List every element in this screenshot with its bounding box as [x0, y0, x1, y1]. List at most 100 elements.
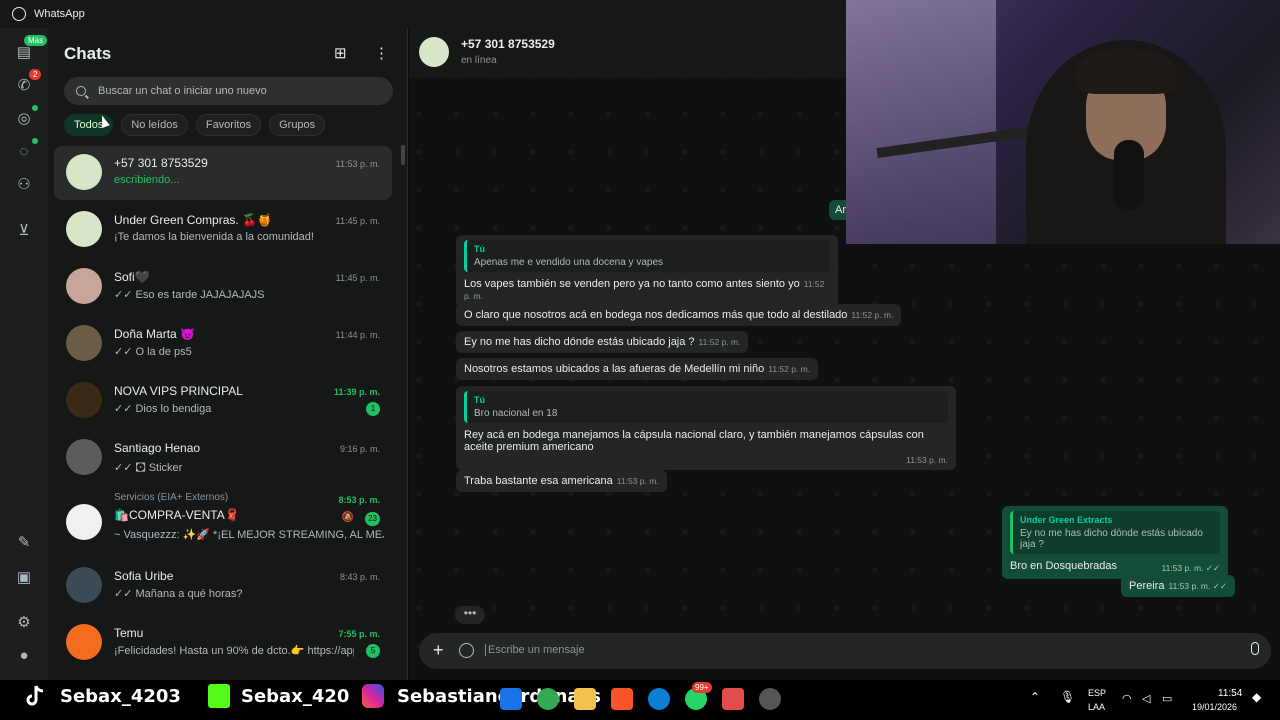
- channels-icon[interactable]: ◌: [14, 142, 34, 162]
- chats-badge: Más: [24, 35, 48, 46]
- message-text: Pereira: [1129, 580, 1165, 592]
- chat-row[interactable]: Temu 7:55 p. m. ¡Felicidades! Hasta un 9…: [54, 616, 392, 670]
- avatar: [66, 211, 102, 247]
- message-text: Traba bastante esa americana: [464, 475, 613, 487]
- chat-time: 7:55 p. m.: [338, 629, 380, 639]
- unread-badge: 5: [366, 644, 380, 658]
- wifi-icon[interactable]: ◠: [1122, 692, 1132, 705]
- edge-icon[interactable]: [648, 688, 670, 710]
- microphone-icon[interactable]: [1251, 642, 1259, 655]
- profile-avatar[interactable]: ●: [14, 646, 34, 666]
- message-time: 11:52 p. m.: [768, 364, 811, 374]
- incoming-message[interactable]: O claro que nosotros acá en bodega nos d…: [456, 304, 902, 326]
- chat-row[interactable]: Doña Marta 👿 11:44 p. m. ✓✓ O la de ps5: [54, 317, 392, 371]
- media-icon[interactable]: ▣: [14, 568, 34, 588]
- status-icon[interactable]: ◎: [14, 109, 34, 129]
- chat-name: Sofi🖤: [114, 270, 150, 284]
- chat-name: Sofia Uribe: [114, 569, 174, 583]
- file-explorer-icon[interactable]: [574, 688, 596, 710]
- message-text: Rey acá en bodega manejamos la cápsula n…: [464, 429, 924, 453]
- attach-icon[interactable]: +: [433, 640, 444, 661]
- notification-icon[interactable]: ◆: [1252, 690, 1261, 704]
- quoted-message[interactable]: Tú Apenas me e vendido una docena y vape…: [464, 240, 830, 272]
- obs-icon[interactable]: [759, 688, 781, 710]
- new-chat-icon[interactable]: ⊞: [334, 44, 347, 62]
- avatar: [66, 154, 102, 190]
- chat-name: NOVA VIPS PRINCIPAL: [114, 384, 243, 398]
- chat-preview: escribiendo...: [114, 174, 180, 186]
- incoming-message[interactable]: Nosotros estamos ubicados a las afueras …: [456, 358, 819, 380]
- incoming-message[interactable]: Tú Bro nacional en 18 Rey acá en bodega …: [456, 386, 956, 470]
- quote-author: Under Green Extracts: [1020, 515, 1113, 525]
- incoming-message[interactable]: Tú Apenas me e vendido una docena y vape…: [456, 235, 838, 307]
- quote-text: Bro nacional en 18: [474, 408, 558, 419]
- chat-time: 11:44 p. m.: [335, 330, 380, 340]
- chat-row[interactable]: Sofia Uribe 8:43 p. m. ✓✓ Mañana a qué h…: [54, 559, 392, 613]
- chats-icon[interactable]: ▤: [14, 43, 34, 63]
- taskbar: Sebax_4203 Sebax_420 Sebastiancardonass …: [0, 680, 1280, 720]
- quote-author: Tú: [474, 244, 485, 254]
- message-time: 11:53 p. m. ✓✓: [1161, 563, 1221, 573]
- chat-preview: ¡Te damos la bienvenida a la comunidad!: [114, 231, 314, 243]
- battery-icon[interactable]: ▭: [1162, 692, 1172, 705]
- muted-icon: 🔕: [341, 512, 354, 523]
- communities-icon[interactable]: ⚇: [14, 175, 34, 195]
- emoji-sticker-icon[interactable]: [459, 643, 474, 658]
- background-light: [846, 0, 996, 244]
- search-input[interactable]: Buscar un chat o iniciar uno nuevo: [64, 77, 393, 105]
- filter-favorites[interactable]: Favoritos: [195, 114, 262, 136]
- start-icon[interactable]: [500, 688, 522, 710]
- chat-preview: ✓✓ 🖸 Sticker: [114, 462, 183, 474]
- archived-icon[interactable]: ⊻: [14, 221, 34, 241]
- chats-title: Chats: [64, 44, 112, 63]
- contact-avatar[interactable]: [419, 37, 449, 67]
- chat-time: 11:45 p. m.: [335, 216, 380, 226]
- contact-status: en línea: [461, 55, 497, 66]
- chat-preview: ~ Vasquezzz: ✨🚀 *¡EL MEJOR STREAMING, AL…: [114, 529, 384, 541]
- message-time: 11:52 p. m.: [698, 337, 741, 347]
- chat-preview: ✓✓ O la de ps5: [114, 346, 192, 358]
- language-indicator[interactable]: ESP: [1088, 688, 1106, 698]
- chat-time: 9:16 p. m.: [339, 444, 380, 454]
- chat-list-scrollbar[interactable]: [401, 145, 405, 165]
- keyboard-layout[interactable]: LAA: [1088, 702, 1105, 712]
- message-text: O claro que nosotros acá en bodega nos d…: [464, 309, 848, 321]
- chat-row[interactable]: Santiago Henao 9:16 p. m. ✓✓ 🖸 Sticker: [54, 431, 392, 485]
- community-name: Servicios (EIA+ Externos): [114, 492, 229, 503]
- chevron-up-icon[interactable]: ⌃: [1030, 690, 1040, 704]
- app-title: WhatsApp: [34, 8, 85, 20]
- search-placeholder: Buscar un chat o iniciar uno nuevo: [98, 85, 267, 97]
- menu-icon[interactable]: ⋮: [374, 44, 389, 62]
- filter-groups[interactable]: Grupos: [269, 114, 326, 136]
- clock-time[interactable]: 11:54: [1218, 688, 1242, 699]
- outgoing-message[interactable]: Under Green Extracts Ey no me has dicho …: [1002, 506, 1228, 579]
- avatar: [66, 439, 102, 475]
- clock-date[interactable]: 19/01/2026: [1192, 702, 1237, 712]
- chrome-icon[interactable]: [537, 688, 559, 710]
- settings-icon[interactable]: ⚙: [14, 613, 34, 633]
- chat-row[interactable]: NOVA VIPS PRINCIPAL 11:39 p. m. ✓✓ Dios …: [54, 374, 392, 428]
- outgoing-message[interactable]: Pereira 11:53 p. m. ✓✓: [1121, 575, 1235, 597]
- nav-rail: ▤ Más ✆ 2 ◎ ◌ ⚇ ⊻ ✎ ▣ ⚙ ●: [0, 28, 48, 680]
- kick-icon: [208, 684, 230, 708]
- quoted-message[interactable]: Tú Bro nacional en 18: [464, 391, 948, 423]
- volume-icon[interactable]: ◁: [1142, 692, 1150, 705]
- message-input[interactable]: Escribe un mensaje: [485, 644, 585, 656]
- incoming-message[interactable]: Traba bastante esa americana 11:53 p. m.: [456, 470, 667, 492]
- chat-row[interactable]: +57 301 8753529 11:53 p. m. escribiendo.…: [54, 146, 392, 200]
- brave-icon[interactable]: [611, 688, 633, 710]
- incoming-message[interactable]: Ey no me has dicho dónde estás ubicado j…: [456, 331, 749, 353]
- message-text: Los vapes también se venden pero ya no t…: [464, 278, 800, 290]
- message-composer[interactable]: + Escribe un mensaje: [419, 633, 1271, 669]
- quoted-message[interactable]: Under Green Extracts Ey no me has dicho …: [1010, 511, 1220, 554]
- chat-row[interactable]: Sofi🖤 11:45 p. m. ✓✓ Eso es tarde JAJAJA…: [54, 260, 392, 314]
- chat-row[interactable]: Servicios (EIA+ Externos) 🛍️COMPRA-VENTA…: [54, 490, 392, 552]
- chat-row[interactable]: Under Green Compras. 🍒🍯 11:45 p. m. ¡Te …: [54, 203, 392, 257]
- chat-time: 8:43 p. m.: [339, 572, 380, 582]
- message-text: Nosotros estamos ubicados a las afueras …: [464, 363, 765, 375]
- unread-badge: 23: [365, 512, 380, 526]
- broadcast-icon[interactable]: ✎: [14, 533, 34, 553]
- filter-unread[interactable]: No leídos: [121, 114, 188, 136]
- brave-alt-icon[interactable]: [722, 688, 744, 710]
- microphone-tray-icon[interactable]: 🎙: [1060, 690, 1075, 704]
